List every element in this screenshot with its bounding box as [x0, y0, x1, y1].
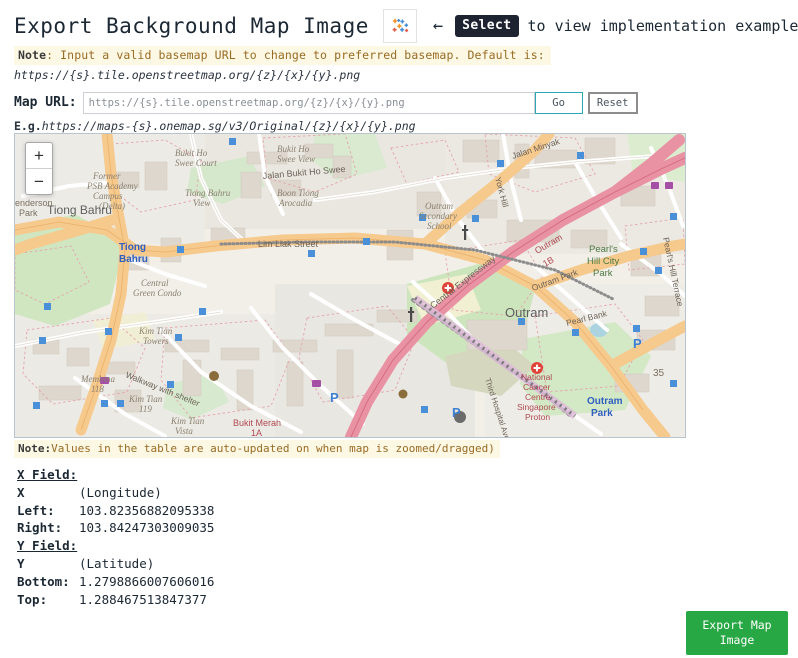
svg-text:Centre: Centre [525, 392, 551, 402]
svg-text:Secondary: Secondary [419, 211, 457, 221]
svg-text:Towers: Towers [143, 336, 169, 346]
svg-text:Tiong: Tiong [119, 242, 146, 253]
svg-text:P: P [452, 405, 461, 420]
svg-text:School: School [427, 221, 452, 231]
y-key: Y [17, 555, 25, 571]
right-key: Right: [17, 520, 63, 536]
map-url-input[interactable] [82, 92, 535, 114]
example-url: https://maps-{s}.onemap.sg/v3/Original/{… [41, 119, 416, 133]
reset-button[interactable]: Reset [587, 92, 638, 114]
svg-text:Central: Central [141, 278, 169, 288]
svg-text:Membina: Membina [80, 374, 115, 384]
x-field-heading: X Field: [17, 467, 78, 482]
svg-text:Hill City: Hill City [587, 256, 619, 267]
left-key: Left: [17, 502, 55, 518]
svg-text:Proton: Proton [525, 412, 550, 422]
svg-text:P: P [633, 336, 642, 351]
export-button-line1: Export Map [702, 618, 772, 632]
select-badge[interactable]: Select [455, 15, 519, 37]
bottom-key: Bottom: [17, 573, 70, 589]
svg-text:35: 35 [653, 368, 665, 379]
note-bottom-text: Values in the table are auto-updated on … [51, 442, 495, 455]
map-zoom-controls[interactable]: + − [25, 142, 53, 195]
export-button-line2: Image [719, 633, 755, 647]
note-label: Note [18, 48, 47, 62]
coordinate-fields: X Field: X (Longitude) Left: 103.8235688… [17, 466, 214, 608]
svg-text:Lim Liak Street: Lim Liak Street [258, 239, 319, 249]
svg-text:118: 118 [91, 384, 104, 394]
export-map-image-button[interactable]: Export Map Image [686, 611, 788, 655]
svg-text:P: P [330, 390, 339, 405]
svg-text:View: View [193, 198, 210, 208]
svg-text:Bukit Ho: Bukit Ho [277, 144, 310, 154]
svg-text:Park: Park [19, 208, 38, 218]
svg-text:Outram: Outram [425, 201, 454, 211]
header-tail-text: to view implementation example. [527, 17, 798, 35]
note-bottom-label: Note: [18, 442, 52, 455]
svg-text:Pearl's: Pearl's [589, 244, 618, 255]
scatter-sparkle-icon[interactable] [382, 9, 417, 43]
go-button[interactable]: Go [534, 92, 583, 114]
note-text: : Input a valid basemap URL to change to… [46, 48, 545, 62]
svg-text:enderson: enderson [15, 198, 53, 208]
svg-text:PSB Academy: PSB Academy [86, 181, 138, 191]
svg-text:Swee Court: Swee Court [175, 158, 217, 168]
page-title: Export Background Map Image [14, 14, 369, 38]
svg-text:Campus: Campus [93, 191, 123, 201]
bottom-value: 1.2798866007606016 [79, 573, 215, 589]
x-key: X [17, 484, 25, 500]
zoom-out-button[interactable]: − [26, 169, 52, 194]
map-container[interactable]: P P P P Bukit Ho Swee Court Bukit Ho Swe… [14, 133, 686, 438]
svg-text:Park: Park [593, 268, 613, 279]
map-url-row: Map URL: Go Reset [14, 92, 638, 114]
svg-text:119: 119 [139, 404, 152, 414]
top-value: 1.288467513847377 [79, 591, 207, 607]
zoom-in-button[interactable]: + [26, 143, 52, 169]
x-unit: (Longitude) [79, 484, 162, 500]
bottom-row: Bottom: 1.2798866007606016 [17, 573, 214, 591]
svg-text:Arocadia: Arocadia [278, 198, 313, 208]
svg-text:Kim Tian: Kim Tian [138, 326, 173, 336]
svg-text:Swee View: Swee View [277, 154, 315, 164]
y-unit: (Latitude) [79, 555, 155, 571]
top-key: Top: [17, 591, 48, 607]
svg-text:Boon Tiong: Boon Tiong [277, 188, 319, 198]
default-basemap-url: https://{s}.tile.openstreetmap.org/{z}/{… [14, 68, 361, 82]
svg-text:Vista: Vista [175, 426, 193, 436]
svg-text:Green Condo: Green Condo [133, 288, 182, 298]
svg-text:Bahru: Bahru [119, 254, 148, 265]
svg-text:Singapore: Singapore [517, 402, 556, 412]
svg-text:Kim Tian: Kim Tian [128, 394, 163, 404]
example-prefix: E.g. [14, 119, 42, 133]
svg-text:Park: Park [591, 408, 613, 419]
left-row: Left: 103.82356882095338 [17, 502, 214, 520]
svg-text:Tiong Bahru: Tiong Bahru [47, 203, 112, 217]
svg-text:Former: Former [92, 171, 121, 181]
table-autoupdate-note: Note:Values in the table are auto-update… [14, 440, 500, 458]
top-row: Top: 1.288467513847377 [17, 591, 214, 609]
svg-text:Outram: Outram [505, 305, 548, 320]
svg-text:Tiong Bahru: Tiong Bahru [185, 188, 231, 198]
y-unit-row: Y (Latitude) [17, 555, 214, 573]
example-url-line: E.g.https://maps-{s}.onemap.sg/v3/Origin… [14, 119, 416, 133]
svg-text:Kim Tian: Kim Tian [170, 416, 205, 426]
svg-text:National: National [521, 372, 552, 382]
map-tiles[interactable]: P P P P Bukit Ho Swee Court Bukit Ho Swe… [15, 134, 685, 437]
svg-text:Outram: Outram [587, 396, 623, 407]
svg-text:Bukit Ho: Bukit Ho [175, 148, 208, 158]
right-row: Right: 103.84247303009035 [17, 519, 214, 537]
svg-text:Cancer: Cancer [523, 382, 551, 392]
page-header: Export Background Map Image ← Select to … [0, 0, 798, 46]
basemap-note: Note: Input a valid basemap URL to chang… [14, 46, 551, 65]
left-value: 103.82356882095338 [79, 502, 215, 518]
right-value: 103.84247303009035 [79, 520, 215, 536]
y-field-heading: Y Field: [17, 538, 78, 554]
map-url-label: Map URL: [14, 95, 77, 110]
x-unit-row: X (Longitude) [17, 484, 214, 502]
arrow-left-icon: ← [432, 16, 444, 36]
svg-text:Bukit Merah: Bukit Merah [233, 418, 281, 428]
svg-text:1A: 1A [251, 428, 262, 437]
